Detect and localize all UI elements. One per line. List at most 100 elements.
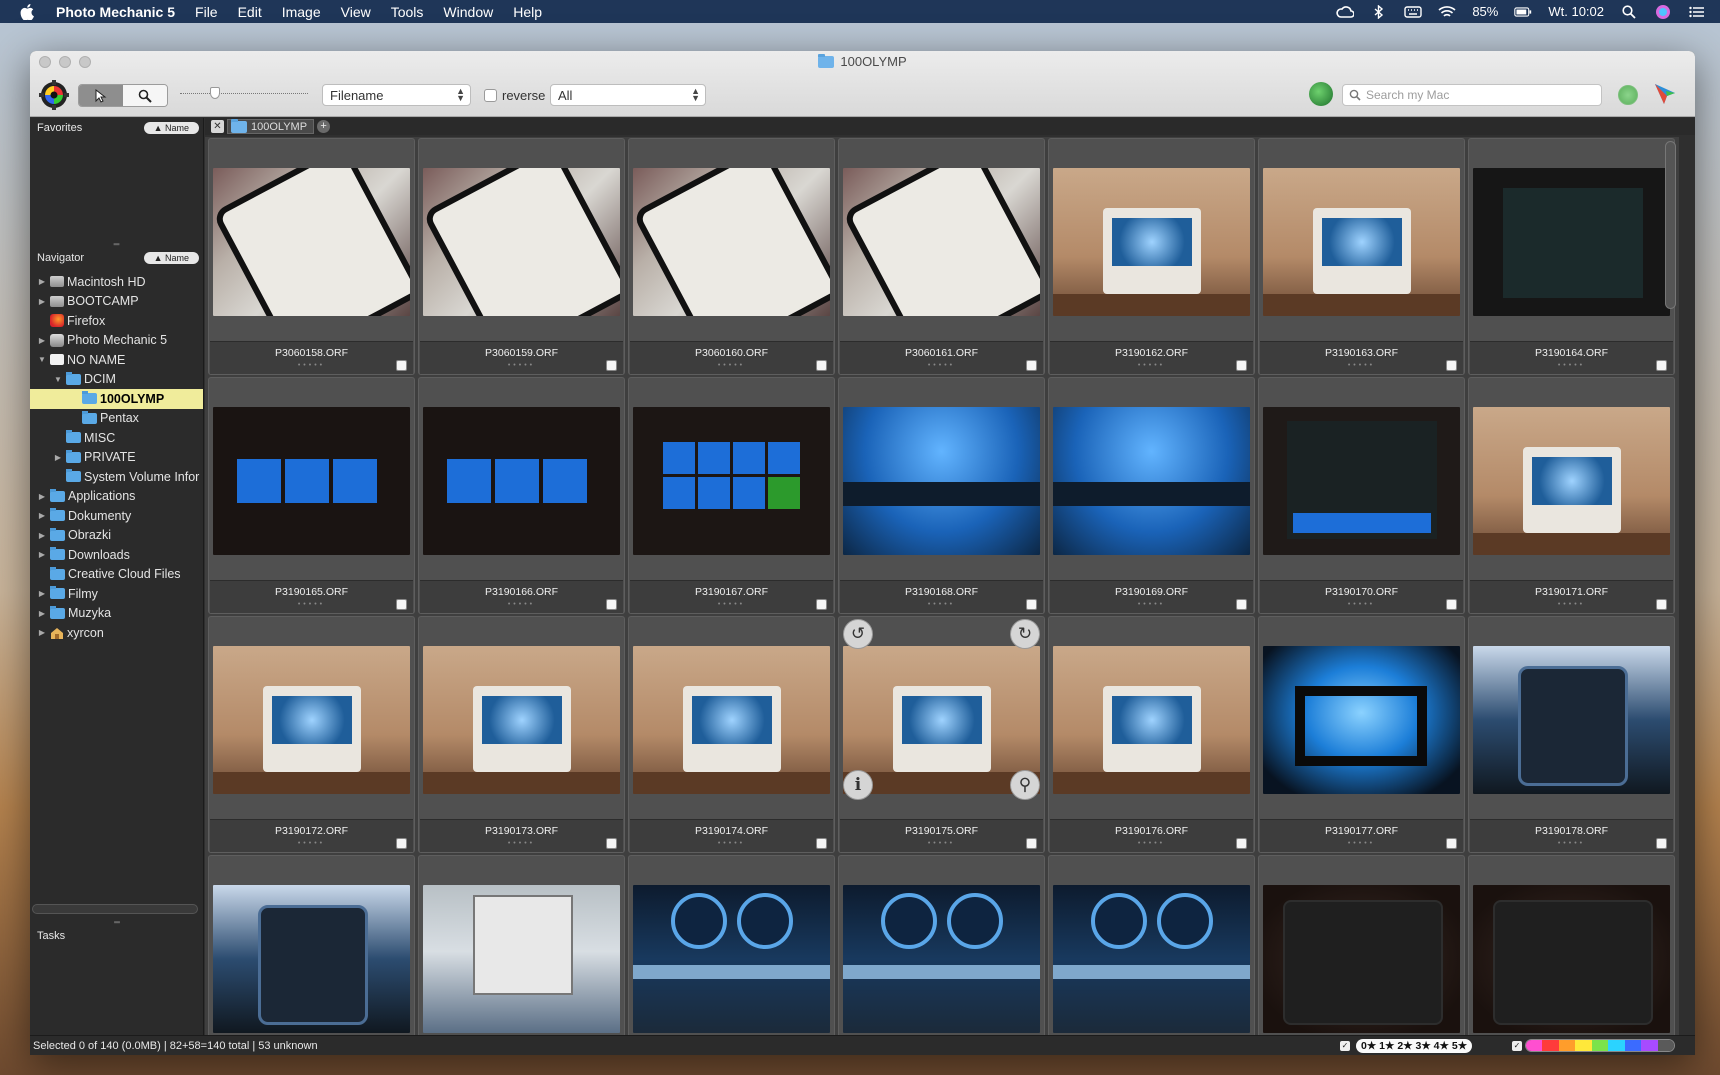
thumbnail-cell[interactable] bbox=[1258, 855, 1465, 1035]
tag-checkbox[interactable] bbox=[606, 360, 617, 371]
thumbnail-cell[interactable] bbox=[838, 855, 1045, 1035]
navigator-item[interactable]: Pentax bbox=[30, 409, 203, 429]
scrollbar-knob[interactable] bbox=[1665, 141, 1676, 309]
tag-checkbox[interactable] bbox=[816, 360, 827, 371]
thumbnail-cell[interactable]: P3190175.ORF ••••• ↺ ↻ i ⚲ bbox=[838, 616, 1045, 853]
navigator-item[interactable]: ▶ xyrcon bbox=[30, 623, 203, 643]
photo-thumbnail[interactable] bbox=[1473, 407, 1670, 555]
menu-image[interactable]: Image bbox=[282, 4, 321, 20]
star-rating-dots[interactable]: ••••• bbox=[1050, 362, 1253, 369]
info-icon[interactable]: i bbox=[843, 770, 873, 800]
zoom-tool-button[interactable] bbox=[123, 85, 167, 106]
tag-checkbox[interactable] bbox=[606, 838, 617, 849]
rating-filter-stars[interactable]: 0★ 1★ 2★ 3★ 4★ 5★ bbox=[1356, 1039, 1473, 1053]
menu-file[interactable]: File bbox=[195, 4, 218, 20]
color-label-swatch[interactable] bbox=[1608, 1040, 1625, 1051]
reverse-option[interactable]: reverse bbox=[484, 88, 545, 103]
add-tab-icon[interactable]: + bbox=[317, 120, 331, 133]
rotate-right-icon[interactable]: ↻ bbox=[1010, 619, 1040, 649]
thumbnail-cell[interactable]: P3060160.ORF ••••• bbox=[628, 138, 835, 375]
tag-checkbox[interactable] bbox=[396, 360, 407, 371]
navigator-item[interactable]: Firefox bbox=[30, 311, 203, 331]
photo-thumbnail[interactable] bbox=[633, 885, 830, 1033]
rating-filter-checkbox[interactable]: ✓ bbox=[1340, 1041, 1350, 1051]
navigator-item[interactable]: ▶ Muzyka bbox=[30, 604, 203, 624]
star-rating-dots[interactable]: ••••• bbox=[420, 362, 623, 369]
tag-checkbox[interactable] bbox=[1446, 838, 1457, 849]
tag-checkbox[interactable] bbox=[1446, 599, 1457, 610]
photo-thumbnail[interactable] bbox=[423, 168, 620, 316]
photo-thumbnail[interactable] bbox=[1053, 885, 1250, 1033]
photo-thumbnail[interactable] bbox=[423, 885, 620, 1033]
thumbnail-cell[interactable]: P3190178.ORF ••••• bbox=[1468, 616, 1675, 853]
tag-checkbox[interactable] bbox=[606, 599, 617, 610]
thumbnail-cell[interactable] bbox=[418, 855, 625, 1035]
thumbnail-cell[interactable] bbox=[1048, 855, 1255, 1035]
star-rating-dots[interactable]: ••••• bbox=[840, 601, 1043, 608]
photo-thumbnail[interactable] bbox=[1473, 646, 1670, 794]
photo-thumbnail[interactable] bbox=[843, 168, 1040, 316]
navigator-item[interactable]: ▶ Obrazki bbox=[30, 526, 203, 546]
navigator-item[interactable]: 100OLYMP bbox=[30, 389, 203, 409]
navigator-item[interactable]: ▶ PRIVATE bbox=[30, 448, 203, 468]
thumbnail-cell[interactable]: P3190165.ORF ••••• bbox=[208, 377, 415, 614]
menu-tools[interactable]: Tools bbox=[391, 4, 424, 20]
disclosure-closed-icon[interactable]: ▶ bbox=[37, 277, 47, 286]
search-input[interactable] bbox=[1366, 88, 1586, 102]
menu-app-name[interactable]: Photo Mechanic 5 bbox=[56, 4, 175, 20]
tag-checkbox[interactable] bbox=[396, 838, 407, 849]
tag-checkbox[interactable] bbox=[816, 599, 827, 610]
thumbnail-cell[interactable]: P3190167.ORF ••••• bbox=[628, 377, 835, 614]
thumbnail-cell[interactable]: P3060158.ORF ••••• bbox=[208, 138, 415, 375]
tab-100olymp[interactable]: 100OLYMP bbox=[227, 118, 315, 134]
photo-thumbnail[interactable] bbox=[1473, 885, 1670, 1033]
thumbnail-cell[interactable]: P3190172.ORF ••••• bbox=[208, 616, 415, 853]
notification-center-icon[interactable] bbox=[1688, 5, 1706, 19]
thumbnail-cell[interactable]: P3190162.ORF ••••• bbox=[1048, 138, 1255, 375]
disclosure-closed-icon[interactable]: ▶ bbox=[37, 492, 47, 501]
thumbnail-cell[interactable]: P3190166.ORF ••••• bbox=[418, 377, 625, 614]
star-rating-dots[interactable]: ••••• bbox=[210, 601, 413, 608]
pointer-tool-button[interactable] bbox=[79, 85, 123, 106]
thumbnail-cell[interactable]: P3190168.ORF ••••• bbox=[838, 377, 1045, 614]
color-filter-checkbox[interactable]: ✓ bbox=[1512, 1041, 1522, 1051]
star-rating-dots[interactable]: ••••• bbox=[630, 840, 833, 847]
navigator-item[interactable]: ▶ BOOTCAMP bbox=[30, 292, 203, 312]
tag-checkbox[interactable] bbox=[1026, 599, 1037, 610]
disclosure-closed-icon[interactable]: ▶ bbox=[37, 531, 47, 540]
photo-thumbnail[interactable] bbox=[633, 168, 830, 316]
star-rating-dots[interactable]: ••••• bbox=[420, 840, 623, 847]
photo-thumbnail[interactable] bbox=[213, 885, 410, 1033]
tag-checkbox[interactable] bbox=[1026, 360, 1037, 371]
tag-checkbox[interactable] bbox=[396, 599, 407, 610]
panel-resize-handle[interactable]: ‗ bbox=[30, 236, 203, 248]
thumbnail-cell[interactable] bbox=[1468, 855, 1675, 1035]
color-label-swatch[interactable] bbox=[1624, 1040, 1642, 1051]
photo-thumbnail[interactable] bbox=[843, 407, 1040, 555]
thumbnail-cell[interactable]: P3190177.ORF ••••• bbox=[1258, 616, 1465, 853]
star-rating-dots[interactable]: ••••• bbox=[1050, 601, 1253, 608]
photo-thumbnail[interactable] bbox=[1263, 646, 1460, 794]
color-label-swatch[interactable] bbox=[1657, 1040, 1674, 1051]
photo-thumbnail[interactable] bbox=[1053, 407, 1250, 555]
wifi-icon[interactable] bbox=[1438, 5, 1456, 19]
filter-select[interactable]: All ▲ ▼ bbox=[550, 84, 706, 106]
navigator-item[interactable]: Creative Cloud Files bbox=[30, 565, 203, 585]
disclosure-closed-icon[interactable]: ▶ bbox=[37, 297, 47, 306]
tag-checkbox[interactable] bbox=[1236, 360, 1247, 371]
slider-thumb[interactable] bbox=[210, 87, 220, 99]
thumbnail-cell[interactable]: P3190176.ORF ••••• bbox=[1048, 616, 1255, 853]
photo-thumbnail[interactable] bbox=[1053, 646, 1250, 794]
photo-thumbnail[interactable] bbox=[213, 168, 410, 316]
thumbnail-cell[interactable]: P3190174.ORF ••••• bbox=[628, 616, 835, 853]
thumbnail-cell[interactable]: P3190170.ORF ••••• bbox=[1258, 377, 1465, 614]
disclosure-closed-icon[interactable]: ▶ bbox=[37, 550, 47, 559]
navigator-item[interactable]: ▼ NO NAME bbox=[30, 350, 203, 370]
thumbnail-cell[interactable]: P3190169.ORF ••••• bbox=[1048, 377, 1255, 614]
thumbnail-cell[interactable]: P3190173.ORF ••••• bbox=[418, 616, 625, 853]
favorites-sort-button[interactable]: ▲ Name bbox=[143, 122, 199, 134]
app-logo-icon[interactable] bbox=[1652, 81, 1678, 107]
photo-thumbnail[interactable] bbox=[633, 407, 830, 555]
photo-thumbnail[interactable] bbox=[843, 646, 1040, 794]
photo-thumbnail[interactable] bbox=[1473, 168, 1670, 316]
